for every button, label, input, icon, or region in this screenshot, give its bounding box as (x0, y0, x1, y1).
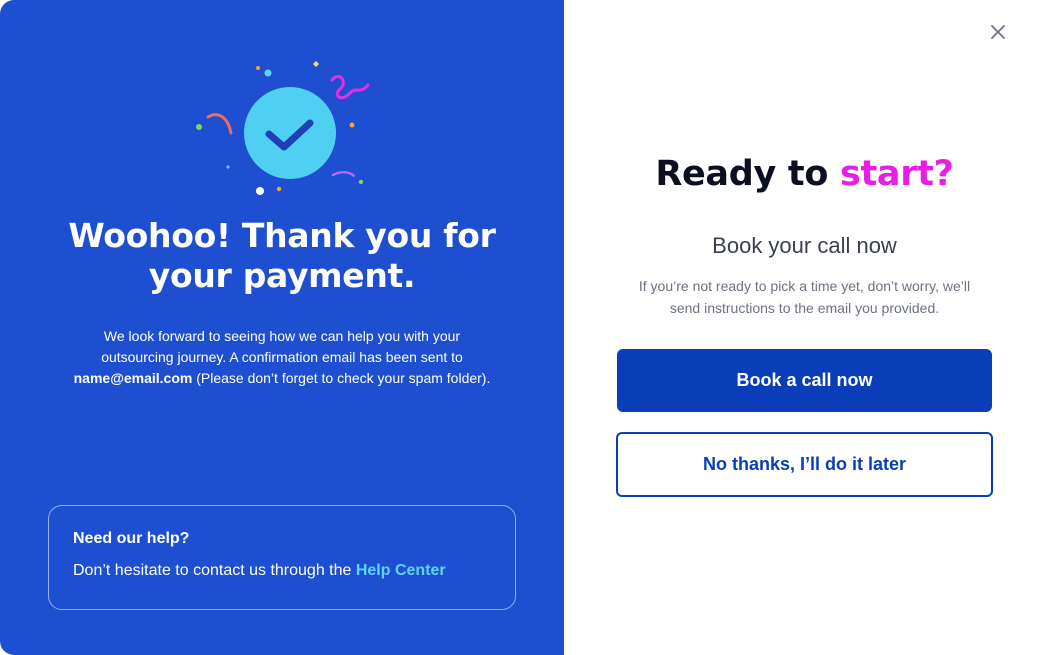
headline-line-1: Woohoo! Thank you for (68, 216, 496, 255)
help-title: Need our help? (73, 530, 190, 547)
ready-title: Ready to start? (564, 154, 1045, 194)
title-main: Ready to (655, 154, 840, 194)
help-center-link[interactable]: Help Center (356, 562, 446, 579)
message-line-2: outsourcing journey. A confirmation emai… (101, 349, 463, 365)
confirmation-message: We look forward to seeing how we can hel… (40, 326, 524, 389)
title-accent: start? (839, 154, 954, 194)
help-text: Don’t hesitate to contact us through the… (73, 562, 491, 580)
confirmation-email: name@email.com (73, 370, 193, 386)
check-circle-confetti-icon (196, 61, 370, 195)
message-line-3: (Please don’t forget to check your spam … (192, 370, 491, 386)
help-text-label: Don’t hesitate to contact us through the (73, 562, 356, 579)
info-line-1: If you’re not ready to pick a time yet, … (638, 278, 971, 294)
thank-you-headline: Woohoo! Thank you for your payment. (0, 216, 564, 296)
booking-panel: Ready to start? Book your call now If yo… (564, 0, 1045, 655)
book-call-button[interactable]: Book a call now (617, 349, 992, 412)
do-it-later-button[interactable]: No thanks, I’ll do it later (616, 432, 993, 497)
headline-line-2: your payment. (148, 256, 416, 295)
info-line-2: send instructions to the email you provi… (669, 300, 940, 316)
help-card: Need our help? Don’t hesitate to contact… (48, 505, 516, 610)
book-call-subtitle: Book your call now (712, 233, 897, 258)
thank-you-panel: Woohoo! Thank you for your payment. We l… (0, 0, 564, 655)
check-circle-icon (244, 87, 336, 179)
message-line-1: We look forward to seeing how we can hel… (103, 328, 461, 344)
scheduling-info: If you’re not ready to pick a time yet, … (619, 275, 990, 319)
payment-success-modal: Woohoo! Thank you for your payment. We l… (0, 0, 1045, 655)
close-icon[interactable] (989, 23, 1007, 41)
